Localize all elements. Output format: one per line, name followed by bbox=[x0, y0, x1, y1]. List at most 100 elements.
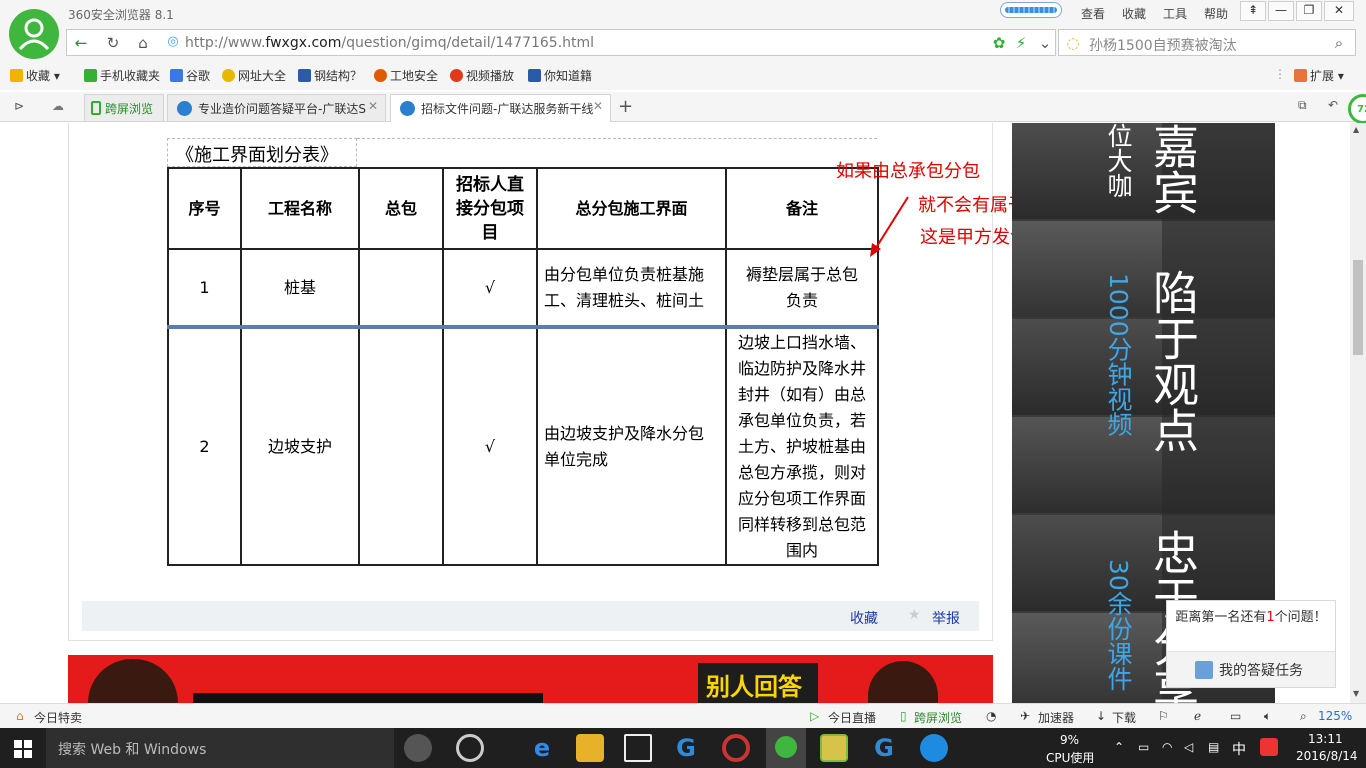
window-icon[interactable]: ▭ bbox=[1230, 709, 1241, 723]
task-panel[interactable]: 距离第一名还有1个问题！ 我的答疑任务 bbox=[1166, 600, 1336, 688]
pin-icon[interactable]: ⇞ bbox=[1240, 1, 1266, 21]
menu-view[interactable]: 查看 bbox=[1081, 5, 1105, 22]
battery-icon[interactable]: ▭ bbox=[1138, 740, 1149, 754]
refresh-icon[interactable]: ↻ bbox=[103, 34, 123, 52]
promo-banner[interactable]: 别人回答 bbox=[68, 655, 993, 703]
my-task-button[interactable]: 我的答疑任务 bbox=[1167, 651, 1335, 687]
user-avatar[interactable] bbox=[9, 9, 59, 59]
browser-360-task[interactable] bbox=[766, 728, 806, 768]
menu-tools[interactable]: 工具 bbox=[1163, 5, 1187, 22]
tab-bid-question[interactable]: 招标文件问题-广联达服务新干线 ✕ bbox=[390, 94, 611, 122]
fav-item-steel[interactable]: 钢结构？ bbox=[298, 67, 362, 84]
clock-date[interactable]: 2016/8/14 bbox=[1296, 749, 1358, 763]
today-live-link[interactable]: 今日直播 bbox=[828, 709, 876, 726]
tab-gld-platform[interactable]: 专业造价问题答疑平台-广联达S ✕ bbox=[167, 94, 386, 121]
fav-item-video[interactable]: 视频播放 bbox=[450, 67, 514, 84]
fav-item-safety[interactable]: 工地安全 bbox=[374, 67, 438, 84]
search-engine-icon[interactable]: ◌ bbox=[1063, 34, 1083, 52]
undo-close-icon[interactable]: ↶ bbox=[1328, 98, 1338, 112]
search-icon[interactable]: ⌕ bbox=[1329, 34, 1349, 52]
taskbar-search[interactable]: 搜索 Web 和 Windows bbox=[46, 728, 394, 768]
flag-icon[interactable]: ⚐ bbox=[1158, 709, 1169, 723]
gld-icon bbox=[177, 101, 192, 116]
scrollbar-thumb[interactable] bbox=[1353, 260, 1363, 355]
fav-item-mobile[interactable]: 手机收藏夹 bbox=[84, 67, 160, 84]
chevron-up-icon[interactable]: ⌃ bbox=[1114, 740, 1124, 754]
cross-screen-link[interactable]: 跨屏浏览 bbox=[914, 709, 962, 726]
cell-direct: √ bbox=[442, 248, 538, 327]
tab-list-icon[interactable]: ⧉ bbox=[1298, 98, 1307, 113]
volume-icon[interactable]: ◁ bbox=[1184, 740, 1193, 754]
today-sale-link[interactable]: 今日特卖 bbox=[34, 709, 82, 726]
menu-help[interactable]: 帮助 bbox=[1204, 5, 1228, 22]
chevron-down-icon[interactable]: ⌄ bbox=[1035, 34, 1055, 52]
report-link[interactable]: 举报 bbox=[932, 608, 960, 628]
safety-icon bbox=[374, 69, 387, 82]
score-badge[interactable]: 72 bbox=[1348, 94, 1366, 124]
tab-cross-screen[interactable]: 跨屏浏览 bbox=[84, 94, 164, 121]
cell-remark: 褥垫层属于总包负责 bbox=[725, 248, 879, 327]
secure-icon[interactable]: ✿ bbox=[989, 34, 1009, 52]
gld-icon bbox=[400, 101, 415, 116]
volume-icon[interactable]: 🔈︎ bbox=[1264, 709, 1271, 724]
page-viewport: 《施工界面划分表》 序号 工程名称 总包 招标人直接分包项目 总分包施工界面 备… bbox=[0, 123, 1350, 703]
sites-icon bbox=[222, 69, 235, 82]
file-explorer-icon[interactable] bbox=[576, 734, 604, 762]
notes-app-icon[interactable] bbox=[820, 734, 848, 762]
cloud-icon[interactable]: ☁ bbox=[52, 99, 64, 113]
edge-icon[interactable]: e bbox=[528, 734, 556, 762]
annotation-line-1: 如果由总承包分包 bbox=[836, 161, 980, 182]
notification-icon[interactable]: ▤ bbox=[1208, 740, 1219, 754]
sidebar-toggle-icon[interactable]: ⊳ bbox=[14, 99, 24, 113]
collect-link[interactable]: 收藏 bbox=[850, 608, 878, 628]
ime-indicator[interactable]: 中 bbox=[1232, 739, 1246, 759]
more-icon[interactable]: ⋮ bbox=[1274, 67, 1286, 81]
store-icon[interactable] bbox=[624, 734, 652, 762]
accelerator-button[interactable]: 加速器 bbox=[1038, 709, 1074, 726]
live-icon: ▷ bbox=[810, 709, 820, 723]
fav-item-google[interactable]: 谷歌 bbox=[170, 67, 210, 84]
extensions-button[interactable]: 扩展 ▾ bbox=[1294, 67, 1344, 84]
back-icon[interactable]: ← bbox=[71, 34, 91, 52]
site-icon: ◎ bbox=[167, 34, 179, 49]
new-tab-button[interactable]: + bbox=[618, 96, 633, 117]
windows-taskbar: 搜索 Web 和 Windows e G G 9% CPU使用 ⌃ ▭ ◠ ◁ … bbox=[0, 728, 1366, 768]
ad-text-guest: 嘉宾 bbox=[1146, 123, 1200, 215]
answer-action-bar: 收藏 ★ 举报 bbox=[82, 601, 979, 631]
vertical-scrollbar[interactable]: ▲ ▼ bbox=[1350, 123, 1366, 703]
address-bar[interactable]: ← ↻ ⌂ ◎ http://www.fwxgx.com/question/gi… bbox=[66, 29, 1056, 56]
wifi-icon[interactable]: ◠ bbox=[1162, 740, 1172, 754]
plus-app-icon[interactable] bbox=[920, 734, 948, 762]
gld-app-2-icon[interactable]: G bbox=[870, 734, 898, 762]
construction-interface-table: 序号 工程名称 总包 招标人直接分包项目 总分包施工界面 备注 1 桩基 √ 由… bbox=[167, 167, 879, 566]
clock-time[interactable]: 13:11 bbox=[1308, 732, 1343, 746]
star-icon bbox=[10, 69, 23, 82]
home-icon[interactable]: ⌂ bbox=[133, 34, 153, 52]
menu-favorites[interactable]: 收藏 bbox=[1122, 5, 1146, 22]
task-view-icon[interactable] bbox=[404, 734, 432, 762]
search-box[interactable]: ◌ 孙杨1500自预赛被淘汰 ⌕ bbox=[1058, 29, 1356, 56]
windows-start-icon[interactable] bbox=[14, 740, 32, 758]
close-button[interactable]: ✕ bbox=[1324, 1, 1354, 21]
speed-meter[interactable] bbox=[1000, 2, 1062, 18]
turbo-icon[interactable]: ⚡ bbox=[1011, 34, 1031, 52]
swirl-app-icon[interactable] bbox=[456, 734, 484, 762]
shield-icon[interactable]: ◔ bbox=[986, 709, 996, 723]
swirl-red-icon[interactable] bbox=[722, 734, 750, 762]
gld-app-icon[interactable]: G bbox=[672, 734, 700, 762]
fav-item-knowledge[interactable]: 你知道籍 bbox=[528, 67, 592, 84]
maximize-button[interactable]: ❐ bbox=[1296, 1, 1322, 21]
favorites-button[interactable]: 收藏 ▾ bbox=[10, 67, 60, 84]
search-input[interactable]: 孙杨1500自预赛被淘汰 bbox=[1089, 35, 1237, 55]
close-tab-icon[interactable]: ✕ bbox=[593, 99, 603, 113]
url-text[interactable]: http://www.fwxgx.com/question/gimq/detai… bbox=[185, 35, 594, 51]
zoom-level[interactable]: 125% bbox=[1318, 709, 1352, 723]
sogou-icon[interactable] bbox=[1260, 738, 1278, 756]
download-button[interactable]: 下载 bbox=[1112, 709, 1136, 726]
zoom-icon[interactable]: ⌕ bbox=[1300, 709, 1307, 724]
fav-item-sites[interactable]: 网址大全 bbox=[222, 67, 286, 84]
ie-icon[interactable]: ℯ bbox=[1194, 709, 1201, 723]
minimize-button[interactable]: — bbox=[1268, 1, 1294, 21]
annotation-arrow-icon bbox=[870, 196, 909, 257]
close-tab-icon[interactable]: ✕ bbox=[368, 99, 378, 113]
